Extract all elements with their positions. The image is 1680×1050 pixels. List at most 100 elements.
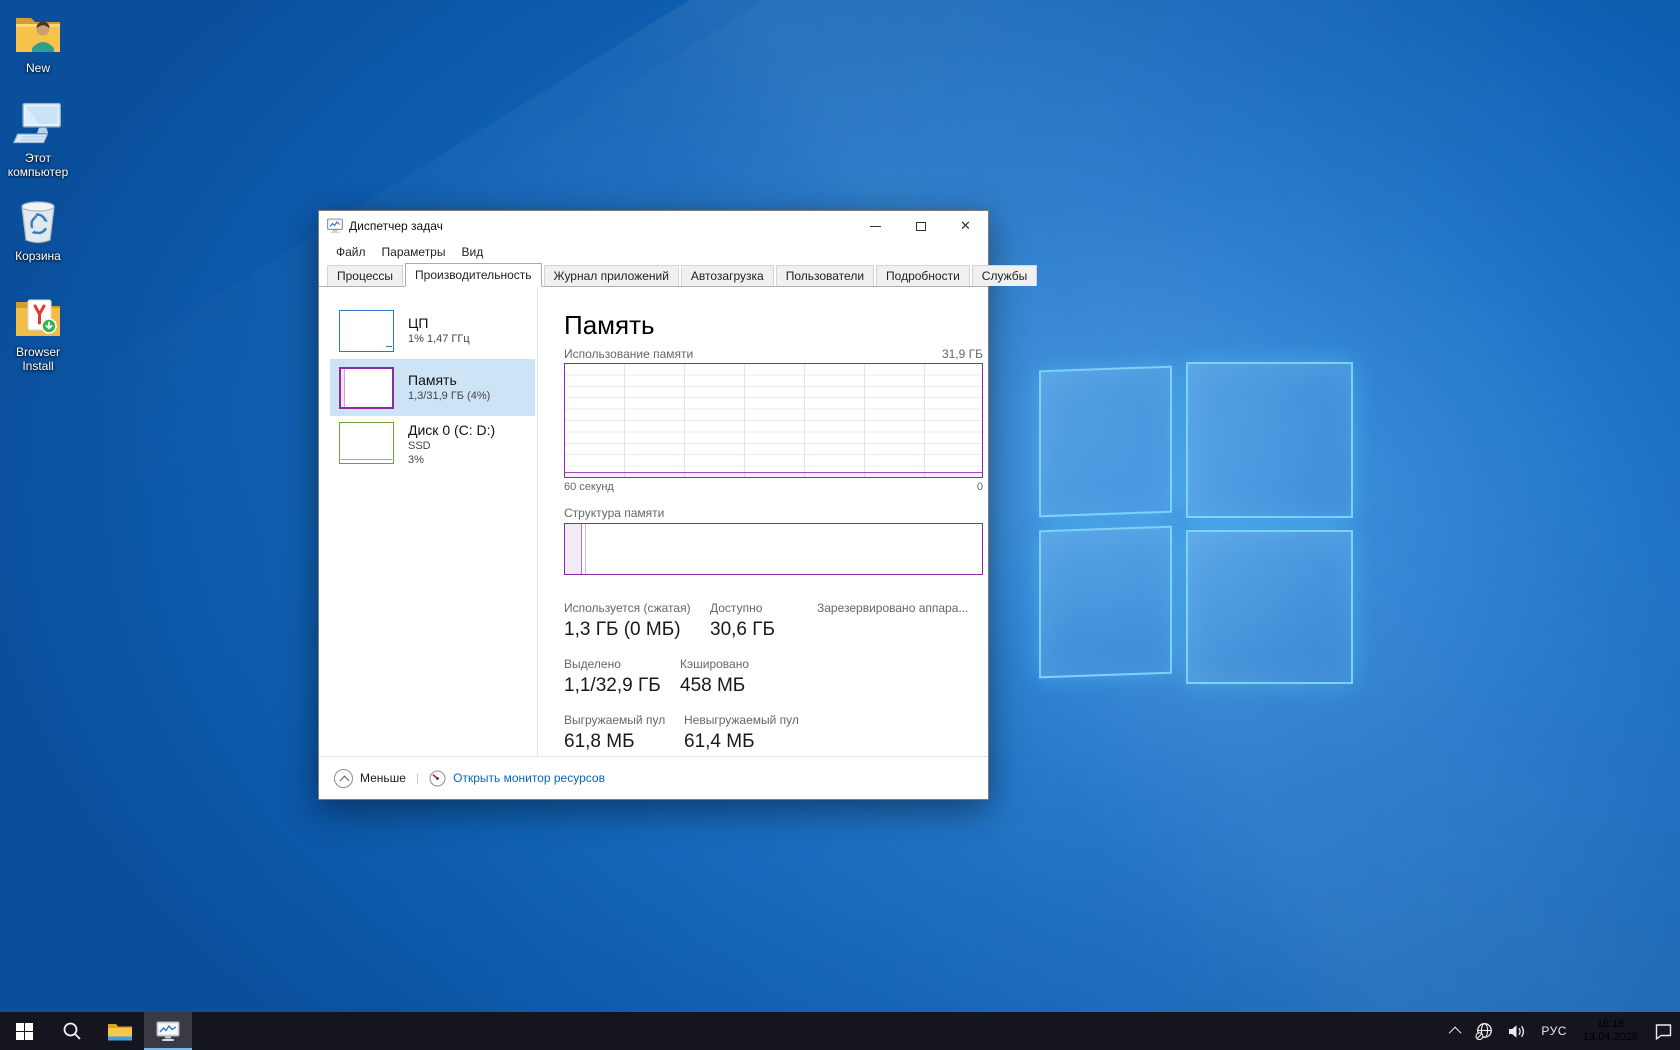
memory-stats: Используется (сжатая) 1,3 ГБ (0 МБ) Дост…	[564, 601, 987, 754]
speaker-icon	[1508, 1024, 1527, 1039]
tab-users[interactable]: Пользователи	[776, 265, 874, 286]
action-center-button[interactable]	[1647, 1012, 1680, 1050]
sidebar-item-subtitle: 1,3/31,9 ГБ (4%)	[408, 389, 490, 403]
stat-label: Невыгружаемый пул	[684, 713, 799, 727]
task-manager-icon	[156, 1021, 180, 1042]
clock-time: 16:16	[1583, 1018, 1638, 1031]
memory-detail-pane: Память Использование памяти 31,9 ГБ 60 с…	[538, 288, 988, 756]
window-footer: Меньше | Открыть монитор ресурсов	[319, 756, 988, 799]
sidebar-item-subtitle: 1% 1,47 ГГц	[408, 332, 470, 346]
menu-options[interactable]: Параметры	[374, 242, 454, 262]
tab-startup[interactable]: Автозагрузка	[681, 265, 774, 286]
close-button[interactable]: ✕	[943, 211, 988, 241]
tab-app-history[interactable]: Журнал приложений	[544, 265, 679, 286]
search-icon	[62, 1021, 82, 1041]
menu-bar: Файл Параметры Вид	[319, 241, 988, 263]
recycle-bin-icon	[12, 198, 64, 246]
menu-view[interactable]: Вид	[453, 242, 491, 262]
composition-inuse-segment	[565, 524, 582, 574]
usage-graph-label: Использование памяти	[564, 347, 693, 361]
start-button[interactable]	[0, 1012, 48, 1050]
pane-heading: Память	[564, 310, 988, 340]
desktop-icon-browser-install[interactable]: Browser Install	[4, 294, 72, 373]
desktop-icon-label: Корзина	[15, 249, 61, 263]
user-folder-icon	[12, 10, 64, 58]
close-icon: ✕	[960, 218, 971, 234]
sidebar-item-subtitle: SSD	[408, 439, 495, 453]
this-pc-icon	[12, 100, 64, 148]
desktop-icon-label: Этот компьютер	[4, 151, 72, 179]
sidebar-item-cpu[interactable]: ЦП 1% 1,47 ГГц	[330, 302, 535, 359]
desktop-icon-new[interactable]: New	[4, 10, 72, 75]
resource-monitor-icon	[429, 770, 446, 787]
tray-network[interactable]	[1468, 1012, 1501, 1050]
stat-label: Доступно	[710, 601, 817, 615]
fewer-details-button[interactable]: Меньше	[360, 771, 406, 785]
logo-pane	[1186, 530, 1353, 684]
logo-pane	[1039, 526, 1172, 679]
tray-clock[interactable]: 16:16 13.04.2026	[1574, 1018, 1647, 1044]
tab-processes[interactable]: Процессы	[327, 265, 403, 286]
window-titlebar[interactable]: Диспетчер задач ✕	[319, 211, 988, 241]
composition-label: Структура памяти	[564, 506, 983, 520]
memory-usage-graph	[564, 363, 983, 478]
maximize-icon	[916, 222, 926, 231]
tray-show-hidden-icons[interactable]	[1445, 1012, 1468, 1050]
tray-language-indicator[interactable]: РУС	[1534, 1012, 1574, 1050]
minimize-icon	[870, 226, 881, 227]
desktop-icon-this-pc[interactable]: Этот компьютер	[4, 100, 72, 179]
desktop-icon-label: Browser Install	[4, 345, 72, 373]
axis-right-label: 0	[977, 481, 983, 493]
action-center-icon	[1654, 1023, 1673, 1040]
stat-label: Выгружаемый пул	[564, 713, 684, 727]
sidebar-item-memory[interactable]: Память 1,3/31,9 ГБ (4%)	[330, 359, 535, 416]
desktop-icon-label: New	[26, 61, 50, 75]
tab-strip: Процессы Производительность Журнал прило…	[319, 263, 988, 287]
tray-volume[interactable]	[1501, 1012, 1534, 1050]
tab-services[interactable]: Службы	[972, 265, 1037, 286]
stat-value: 458 МБ	[680, 674, 749, 698]
task-manager-app-icon	[327, 218, 343, 234]
taskbar: РУС 16:16 13.04.2026	[0, 1012, 1680, 1050]
taskbar-task-manager[interactable]	[144, 1012, 192, 1050]
stat-label: Зарезервировано аппара...	[817, 601, 968, 615]
collapse-chevron-icon	[334, 769, 353, 788]
performance-sidebar: ЦП 1% 1,47 ГГц Память 1,3/31,9 ГБ (4%) Д…	[319, 288, 538, 756]
taskbar-search-button[interactable]	[48, 1012, 96, 1050]
sidebar-item-subtitle2: 3%	[408, 453, 495, 467]
network-globe-no-internet-icon	[1475, 1022, 1494, 1041]
stat-value: 30,6 ГБ	[710, 618, 817, 642]
stat-label: Кэшировано	[680, 657, 749, 671]
desktop-icon-recycle-bin[interactable]: Корзина	[4, 198, 72, 263]
memory-composition-bar	[564, 523, 983, 575]
axis-left-label: 60 секунд	[564, 481, 614, 493]
tab-details[interactable]: Подробности	[876, 265, 970, 286]
clock-date: 13.04.2026	[1583, 1031, 1638, 1044]
disk-mini-graph	[339, 422, 394, 464]
sidebar-item-disk0[interactable]: Диск 0 (C: D:) SSD 3%	[330, 416, 535, 482]
memory-mini-graph	[339, 367, 394, 409]
menu-file[interactable]: Файл	[328, 242, 374, 262]
stat-value: 1,3 ГБ (0 МБ)	[564, 618, 710, 642]
taskbar-file-explorer[interactable]	[96, 1012, 144, 1050]
desktop: New Этот компьютер	[0, 0, 1680, 1050]
logo-pane	[1039, 366, 1172, 518]
stat-label: Используется (сжатая)	[564, 601, 710, 615]
composition-standby-divider	[585, 524, 586, 574]
maximize-button[interactable]	[898, 211, 943, 241]
sidebar-item-title: ЦП	[408, 315, 470, 332]
stat-value: 61,8 МБ	[564, 730, 684, 754]
system-tray: РУС 16:16 13.04.2026	[1445, 1012, 1680, 1050]
logo-pane	[1186, 362, 1353, 518]
browser-folder-icon	[12, 294, 64, 342]
stat-label: Выделено	[564, 657, 680, 671]
stat-value: 61,4 МБ	[684, 730, 799, 754]
open-resource-monitor-link[interactable]: Открыть монитор ресурсов	[453, 771, 605, 785]
footer-divider: |	[416, 771, 419, 785]
sidebar-item-title: Память	[408, 372, 490, 389]
file-explorer-icon	[107, 1021, 133, 1042]
sidebar-item-title: Диск 0 (C: D:)	[408, 422, 495, 439]
stat-value: 1,1/32,9 ГБ	[564, 674, 680, 698]
tab-performance[interactable]: Производительность	[405, 263, 541, 287]
minimize-button[interactable]	[853, 211, 898, 241]
